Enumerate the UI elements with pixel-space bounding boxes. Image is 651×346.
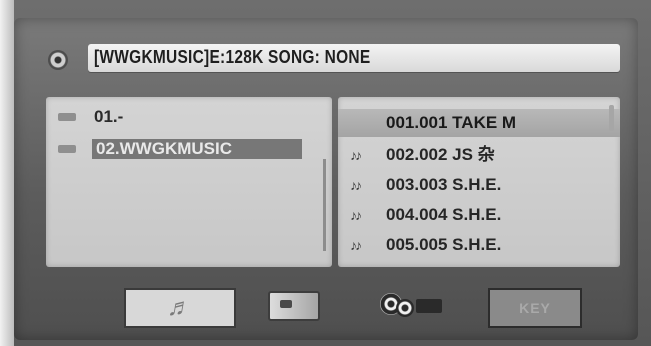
status-row: [WWGKMUSIC]E:128K SONG: NONE xyxy=(30,44,640,76)
music-note-icon: ♪♪ xyxy=(350,237,362,253)
song-panel: 001.001 TAKE M ♪♪ 002.002 JS 杂 ♪♪ 003.00… xyxy=(338,97,620,267)
photo-icon xyxy=(268,291,320,321)
folder-item-label: 01.- xyxy=(94,107,124,126)
song-item-label: 001.001 TAKE M xyxy=(386,113,517,132)
folder-icon xyxy=(58,145,76,153)
video-mode-tab[interactable] xyxy=(374,288,450,324)
folder-item-02[interactable]: 02.WWGKMUSIC xyxy=(46,137,332,161)
projector-body-icon xyxy=(416,299,442,313)
disc-icon xyxy=(48,50,68,70)
song-item-label: 004.004 S.H.E. xyxy=(386,205,502,224)
song-item-label: 005.005 S.H.E. xyxy=(386,235,502,254)
video-icon xyxy=(374,291,450,321)
music-note-icon: ♪♪ xyxy=(350,147,362,163)
device-bezel-left xyxy=(0,0,14,346)
key-tab-label: KEY xyxy=(519,300,551,316)
song-item-label: 003.003 S.H.E. xyxy=(386,175,502,194)
song-item-label: 002.002 JS 杂 xyxy=(386,145,495,164)
folder-item-label: 02.WWGKMUSIC xyxy=(92,139,302,159)
folder-panel: 01.- 02.WWGKMUSIC xyxy=(46,97,332,267)
song-item-002[interactable]: ♪♪ 002.002 JS 杂 xyxy=(338,141,620,169)
film-reel-icon xyxy=(396,299,414,317)
status-bar: [WWGKMUSIC]E:128K SONG: NONE xyxy=(88,44,620,72)
song-item-003[interactable]: ♪♪ 003.003 S.H.E. xyxy=(338,171,620,199)
status-text: [WWGKMUSIC]E:128K SONG: NONE xyxy=(94,47,371,67)
song-scrollbar[interactable] xyxy=(609,105,614,131)
music-icon: ♬ xyxy=(165,294,195,321)
folder-scrollbar[interactable] xyxy=(323,159,326,251)
song-item-005[interactable]: ♪♪ 005.005 S.H.E. xyxy=(338,231,620,259)
photo-mode-tab[interactable] xyxy=(268,288,320,324)
folder-item-01[interactable]: 01.- xyxy=(46,105,332,129)
key-mode-tab[interactable]: KEY xyxy=(488,288,582,328)
music-mode-tab[interactable]: ♬ xyxy=(124,288,236,328)
song-item-004[interactable]: ♪♪ 004.004 S.H.E. xyxy=(338,201,620,229)
music-note-icon: ♪♪ xyxy=(350,177,362,193)
folder-icon xyxy=(58,113,76,121)
music-note-icon: ♪♪ xyxy=(350,207,362,223)
song-item-001[interactable]: 001.001 TAKE M xyxy=(338,109,620,137)
